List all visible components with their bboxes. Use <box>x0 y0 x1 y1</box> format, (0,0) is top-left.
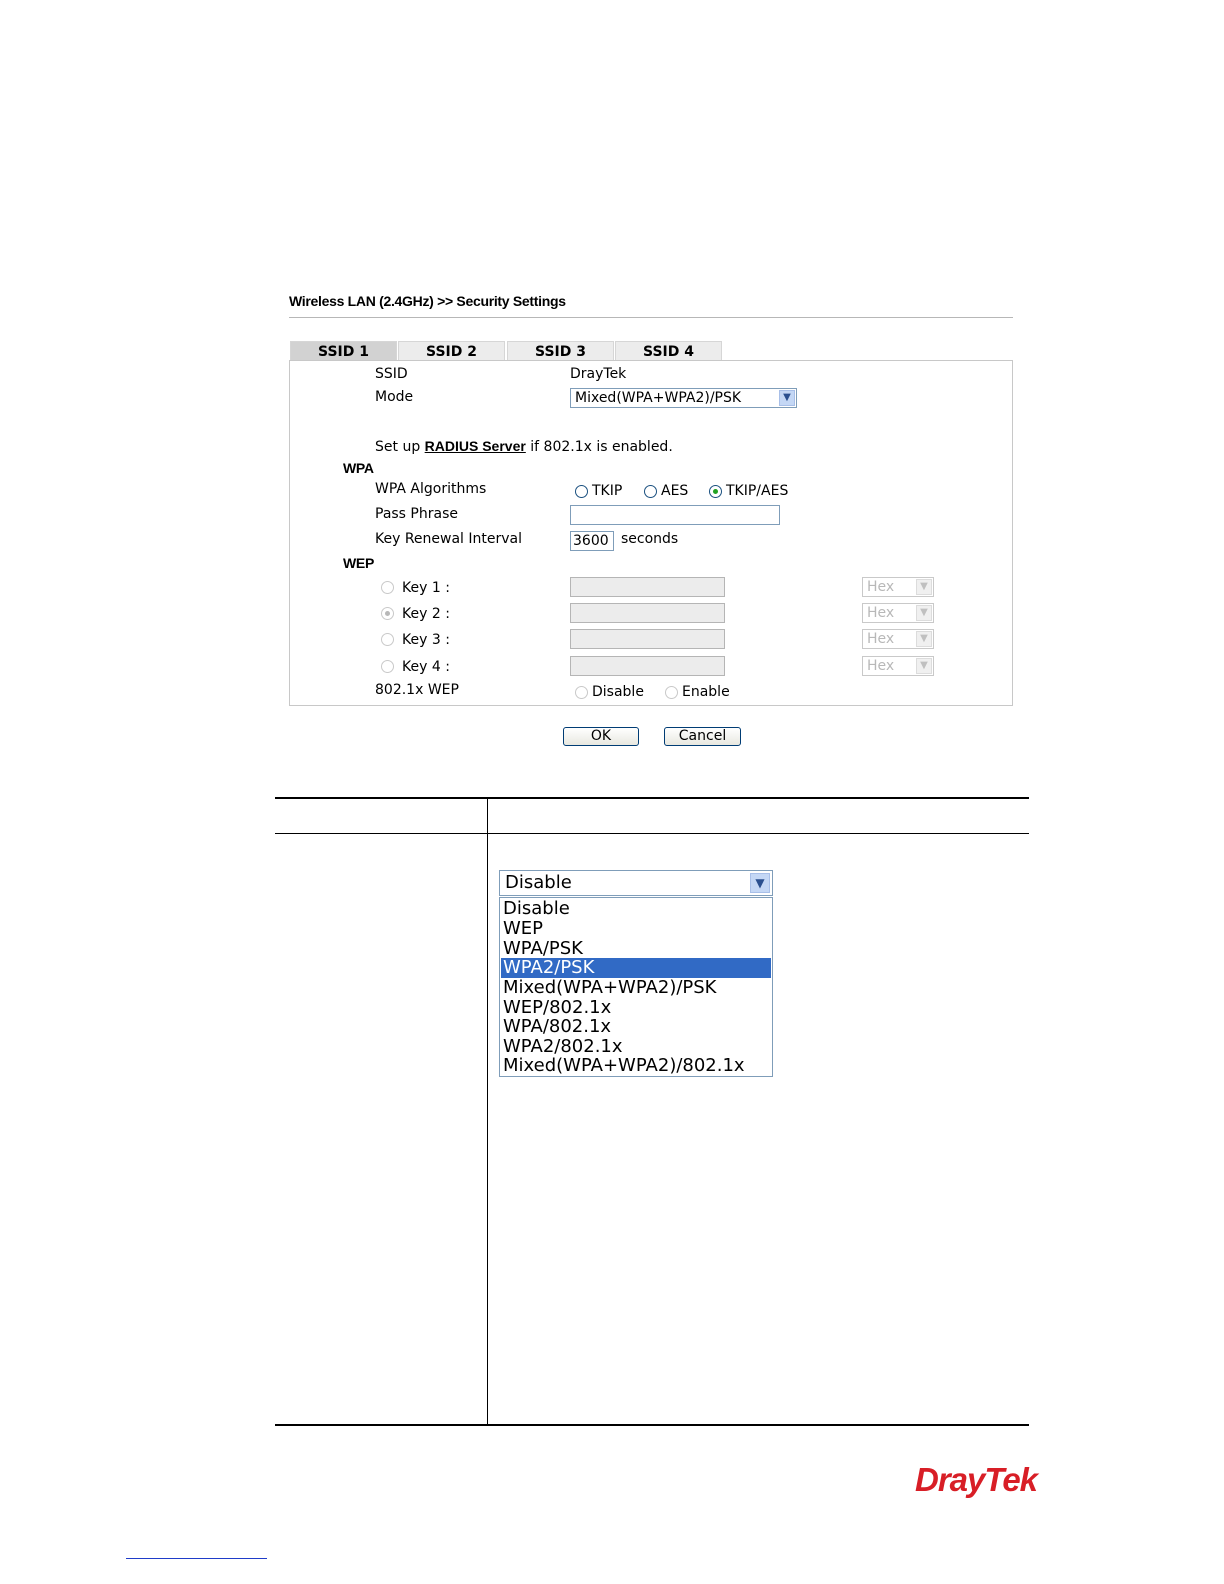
draytek-logo: DrayTek <box>915 1461 1038 1498</box>
key-2-radio[interactable] <box>381 607 394 620</box>
key-4-format-select[interactable]: Hex ▼ <box>862 656 934 676</box>
key-3-label: Key 3 : <box>402 632 450 648</box>
aes-label: AES <box>661 483 689 499</box>
mode-label: Mode <box>375 389 414 405</box>
key-3-radio[interactable] <box>381 633 394 646</box>
tkip-aes-radio[interactable] <box>709 485 722 498</box>
dot1x-enable-radio[interactable] <box>665 686 678 699</box>
dot1x-wep-label: 802.1x WEP <box>375 682 459 698</box>
mode-dropdown-list: Disable WEP WPA/PSK WPA2/PSK Mixed(WPA+W… <box>499 897 773 1077</box>
key-4-radio[interactable] <box>381 660 394 673</box>
table-top-rule <box>275 797 1029 799</box>
table-column-divider <box>487 798 488 1425</box>
mode-option-mixed-8021x[interactable]: Mixed(WPA+WPA2)/802.1x <box>501 1056 771 1076</box>
key-2-input[interactable] <box>570 603 725 623</box>
key-1-input[interactable] <box>570 577 725 597</box>
key-4-format-value: Hex <box>867 658 895 674</box>
key-renewal-input[interactable]: 3600 <box>570 531 614 551</box>
chevron-down-icon[interactable]: ▼ <box>916 579 932 595</box>
mode-option-wpa2-psk[interactable]: WPA2/PSK <box>501 958 771 978</box>
key-2-label: Key 2 : <box>402 606 450 622</box>
key-1-label: Key 1 : <box>402 580 450 596</box>
ssid-value: DrayTek <box>570 366 627 382</box>
radius-note-prefix: Set up <box>375 439 425 455</box>
mode-select[interactable]: Mixed(WPA+WPA2)/PSK ▼ <box>570 388 797 408</box>
tab-ssid-4[interactable]: SSID 4 <box>615 341 722 361</box>
key-renewal-unit: seconds <box>621 531 679 547</box>
table-header-rule <box>275 833 1029 834</box>
key-3-input[interactable] <box>570 629 725 649</box>
table-bottom-rule <box>275 1424 1029 1426</box>
key-4-label: Key 4 : <box>402 659 450 675</box>
key-1-format-value: Hex <box>867 579 895 595</box>
tkip-radio[interactable] <box>575 485 588 498</box>
mode-option-wep[interactable]: WEP <box>501 919 771 939</box>
dot1x-enable-label: Enable <box>682 684 730 700</box>
radio-selected-dot <box>713 489 718 494</box>
pass-phrase-input[interactable] <box>570 505 780 525</box>
tab-ssid-3[interactable]: SSID 3 <box>507 341 614 361</box>
key-4-input[interactable] <box>570 656 725 676</box>
mode-option-wpa2-8021x[interactable]: WPA2/802.1x <box>501 1037 771 1057</box>
page-title: Wireless LAN (2.4GHz) >> Security Settin… <box>289 293 566 309</box>
radius-note-suffix: if 802.1x is enabled. <box>525 439 673 455</box>
aes-radio[interactable] <box>644 485 657 498</box>
tab-ssid-1[interactable]: SSID 1 <box>290 341 397 361</box>
mode-option-wpa-psk[interactable]: WPA/PSK <box>501 939 771 959</box>
chevron-down-icon[interactable]: ▼ <box>916 605 932 621</box>
radio-selected-dot <box>385 611 390 616</box>
mode-option-wep-8021x[interactable]: WEP/802.1x <box>501 998 771 1018</box>
chevron-down-icon[interactable]: ▼ <box>750 873 770 893</box>
dot1x-disable-label: Disable <box>592 684 644 700</box>
key-1-radio[interactable] <box>381 581 394 594</box>
radius-note: Set up RADIUS Server if 802.1x is enable… <box>375 438 673 455</box>
title-divider <box>289 317 1013 318</box>
dot1x-disable-radio[interactable] <box>575 686 588 699</box>
mode-dropdown-current: Disable <box>505 872 572 893</box>
mode-option-wpa-8021x[interactable]: WPA/802.1x <box>501 1017 771 1037</box>
ssid-label: SSID <box>375 366 408 382</box>
wpa-algorithms-label: WPA Algorithms <box>375 481 487 497</box>
key-2-format-select[interactable]: Hex ▼ <box>862 603 934 623</box>
pass-phrase-label: Pass Phrase <box>375 506 458 522</box>
key-1-format-select[interactable]: Hex ▼ <box>862 577 934 597</box>
key-renewal-label: Key Renewal Interval <box>375 531 523 547</box>
mode-option-mixed-psk[interactable]: Mixed(WPA+WPA2)/PSK <box>501 978 771 998</box>
chevron-down-icon[interactable]: ▼ <box>916 631 932 647</box>
tkip-label: TKIP <box>592 483 623 499</box>
chevron-down-icon[interactable]: ▼ <box>779 390 795 406</box>
mode-option-disable[interactable]: Disable <box>501 899 771 919</box>
key-2-format-value: Hex <box>867 605 895 621</box>
ok-button[interactable]: OK <box>563 727 639 746</box>
tab-ssid-2[interactable]: SSID 2 <box>398 341 505 361</box>
key-3-format-value: Hex <box>867 631 895 647</box>
wpa-heading: WPA <box>343 460 374 476</box>
wep-heading: WEP <box>343 555 374 571</box>
footer-link-underline[interactable] <box>126 1558 267 1559</box>
key-3-format-select[interactable]: Hex ▼ <box>862 629 934 649</box>
mode-select-value: Mixed(WPA+WPA2)/PSK <box>575 390 742 406</box>
tkip-aes-label: TKIP/AES <box>726 483 789 499</box>
mode-dropdown-select[interactable]: Disable ▼ <box>499 870 773 896</box>
chevron-down-icon[interactable]: ▼ <box>916 658 932 674</box>
cancel-button[interactable]: Cancel <box>664 727 741 746</box>
radius-server-link[interactable]: RADIUS Server <box>425 438 526 454</box>
